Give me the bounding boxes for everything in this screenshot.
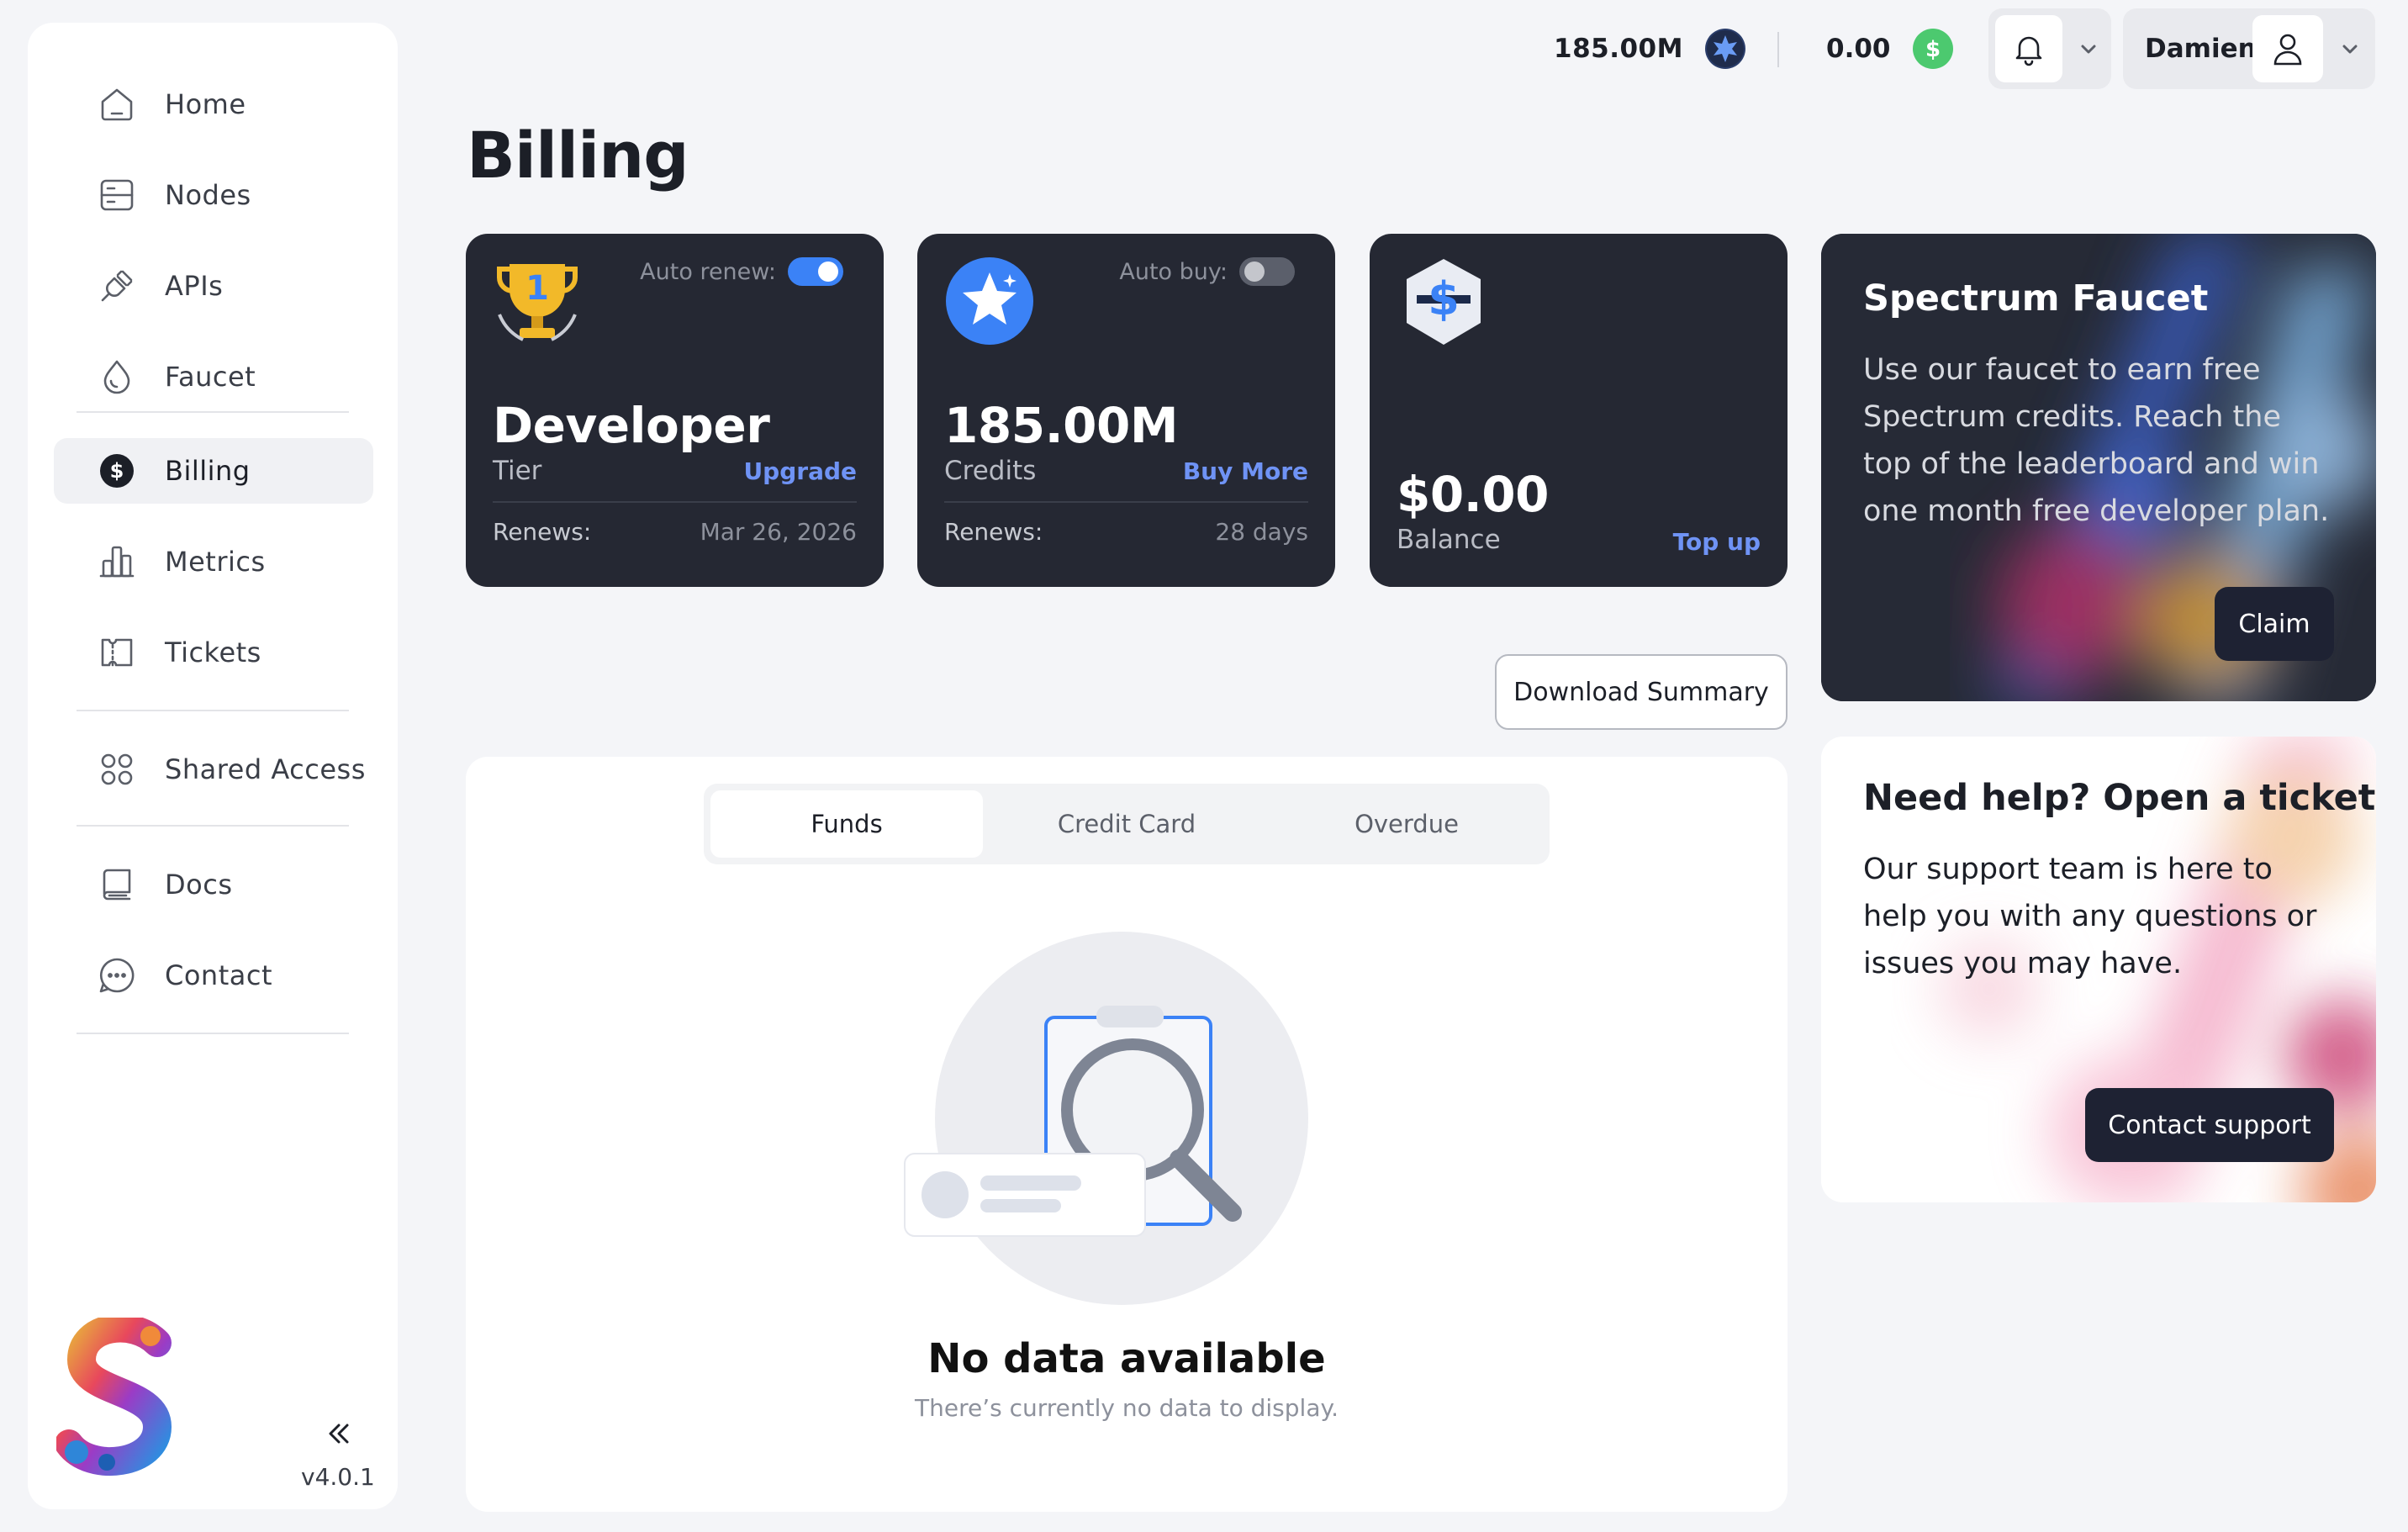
page-title: Billing [467, 118, 689, 193]
empty-state-title: No data available [927, 1335, 1326, 1382]
sidebar-item-tickets[interactable]: Tickets [54, 620, 373, 685]
auto-buy-label: Auto buy: [1119, 259, 1228, 285]
sidebar-item-label: Shared Access [165, 753, 366, 785]
sidebar-item-docs[interactable]: Docs [54, 852, 373, 917]
sidebar-item-label: Tickets [165, 637, 261, 668]
faucet-promo-card: Spectrum Faucet Use our faucet to earn f… [1821, 234, 2376, 701]
sidebar-item-home[interactable]: Home [54, 71, 373, 137]
tab-overdue[interactable]: Overdue [1270, 790, 1543, 858]
sidebar-item-billing[interactable]: $ Billing [54, 438, 373, 504]
sidebar-item-apis[interactable]: APIs [54, 253, 373, 319]
sidebar-item-label: Faucet [165, 361, 256, 393]
grid-circles-icon [98, 750, 136, 789]
download-summary-button[interactable]: Download Summary [1495, 654, 1788, 730]
home-icon [98, 85, 136, 124]
upgrade-link[interactable]: Upgrade [743, 457, 857, 485]
chevron-down-icon[interactable] [2337, 37, 2363, 62]
chevron-down-icon[interactable] [2076, 37, 2101, 62]
sidebar-item-contact[interactable]: Contact [54, 943, 373, 1008]
sidebar-divider [77, 1033, 349, 1034]
svg-text:$: $ [1925, 37, 1940, 62]
renews-date: Mar 26, 2026 [700, 518, 857, 546]
trophy-icon: 1 [491, 256, 584, 348]
auto-renew-label: Auto renew: [640, 259, 776, 285]
bell-icon[interactable] [1995, 15, 2062, 82]
billing-tabs: Funds Credit Card Overdue [704, 784, 1550, 864]
notifications-dropdown[interactable] [1988, 8, 2111, 89]
credits-value: 185.00M [1554, 34, 1683, 64]
credits-card: Auto buy: 185.00M Credits Buy More Renew… [917, 234, 1335, 587]
sidebar-divider [77, 710, 349, 711]
top-up-link[interactable]: Top up [1673, 528, 1761, 556]
plug-icon [98, 267, 136, 305]
bar-chart-icon [98, 542, 136, 581]
sidebar-item-label: Metrics [165, 546, 266, 578]
renews-days: 28 days [1215, 518, 1308, 546]
balance-value: 0.00 [1826, 34, 1891, 64]
star-badge-icon [1704, 29, 1745, 69]
user-name: Damien [2145, 34, 2257, 64]
app-version: v4.0.1 [301, 1463, 375, 1491]
balance-label: Balance [1397, 525, 1501, 555]
empty-state-illustration [886, 925, 1340, 1312]
credits-indicator[interactable]: 185.00M [1554, 29, 1745, 69]
help-promo-card: Need help? Open a ticket Our support tea… [1821, 737, 2376, 1202]
dollar-shield-icon: $ [1400, 256, 1487, 348]
tier-label: Tier [493, 456, 542, 486]
dollar-icon: $ [98, 452, 136, 490]
topbar-divider [1777, 32, 1779, 67]
user-menu[interactable]: Damien [2123, 8, 2375, 89]
auto-buy-toggle[interactable] [1239, 257, 1295, 286]
svg-text:1: 1 [525, 269, 549, 308]
buy-more-link[interactable]: Buy More [1183, 457, 1308, 485]
star-badge-icon [944, 256, 1035, 346]
sidebar-item-label: Contact [165, 959, 272, 991]
sidebar-item-nodes[interactable]: Nodes [54, 162, 373, 228]
tier-value: Developer [493, 397, 770, 454]
contact-support-button[interactable]: Contact support [2085, 1088, 2334, 1162]
sidebar-item-shared-access[interactable]: Shared Access [54, 737, 373, 802]
help-description: Our support team is here to help you wit… [1863, 853, 2317, 980]
user-avatar-icon[interactable] [2252, 15, 2323, 82]
sidebar-item-metrics[interactable]: Metrics [54, 529, 373, 594]
ticket-icon [98, 633, 136, 672]
card-divider [493, 501, 857, 503]
renews-label: Renews: [493, 518, 592, 546]
svg-text:$: $ [1428, 272, 1460, 325]
claim-button[interactable]: Claim [2215, 587, 2334, 661]
server-icon [98, 176, 136, 214]
credits-label: Credits [944, 456, 1037, 486]
drop-icon [98, 357, 136, 396]
sidebar: Home Nodes APIs Faucet $ Billing Metrics [28, 23, 398, 1509]
tab-credit-card[interactable]: Credit Card [990, 790, 1263, 858]
chat-icon [98, 956, 136, 995]
credits-value: 185.00M [944, 397, 1179, 454]
tab-funds[interactable]: Funds [710, 790, 983, 858]
empty-state-subtitle: There’s currently no data to display. [915, 1394, 1339, 1422]
billing-history-panel: Funds Credit Card Overdue No data availa… [466, 757, 1788, 1512]
book-icon [98, 865, 136, 904]
balance-indicator[interactable]: 0.00 $ [1826, 29, 1953, 69]
sidebar-item-label: Home [165, 88, 246, 120]
sidebar-item-faucet[interactable]: Faucet [54, 344, 373, 409]
spectrum-logo [55, 1313, 182, 1477]
collapse-sidebar-icon[interactable] [324, 1418, 354, 1449]
dollar-badge-icon: $ [1912, 29, 1953, 69]
svg-text:$: $ [110, 459, 124, 483]
sidebar-divider [77, 825, 349, 827]
help-title: Need help? Open a ticket [1863, 777, 2376, 819]
sidebar-item-label: Docs [165, 869, 233, 901]
tier-card: 1 Auto renew: Developer Tier Upgrade Ren… [466, 234, 884, 587]
sidebar-divider [77, 411, 349, 413]
renews-label: Renews: [944, 518, 1043, 546]
balance-card: $ $0.00 Balance Top up [1370, 234, 1788, 587]
sidebar-item-label: Nodes [165, 179, 251, 211]
card-divider [944, 501, 1308, 503]
balance-value: $0.00 [1397, 466, 1549, 523]
faucet-title: Spectrum Faucet [1863, 277, 2209, 320]
sidebar-item-label: Billing [165, 455, 251, 487]
faucet-description: Use our faucet to earn free Spectrum cre… [1863, 353, 2330, 528]
auto-renew-toggle[interactable] [788, 257, 843, 286]
sidebar-item-label: APIs [165, 270, 224, 302]
